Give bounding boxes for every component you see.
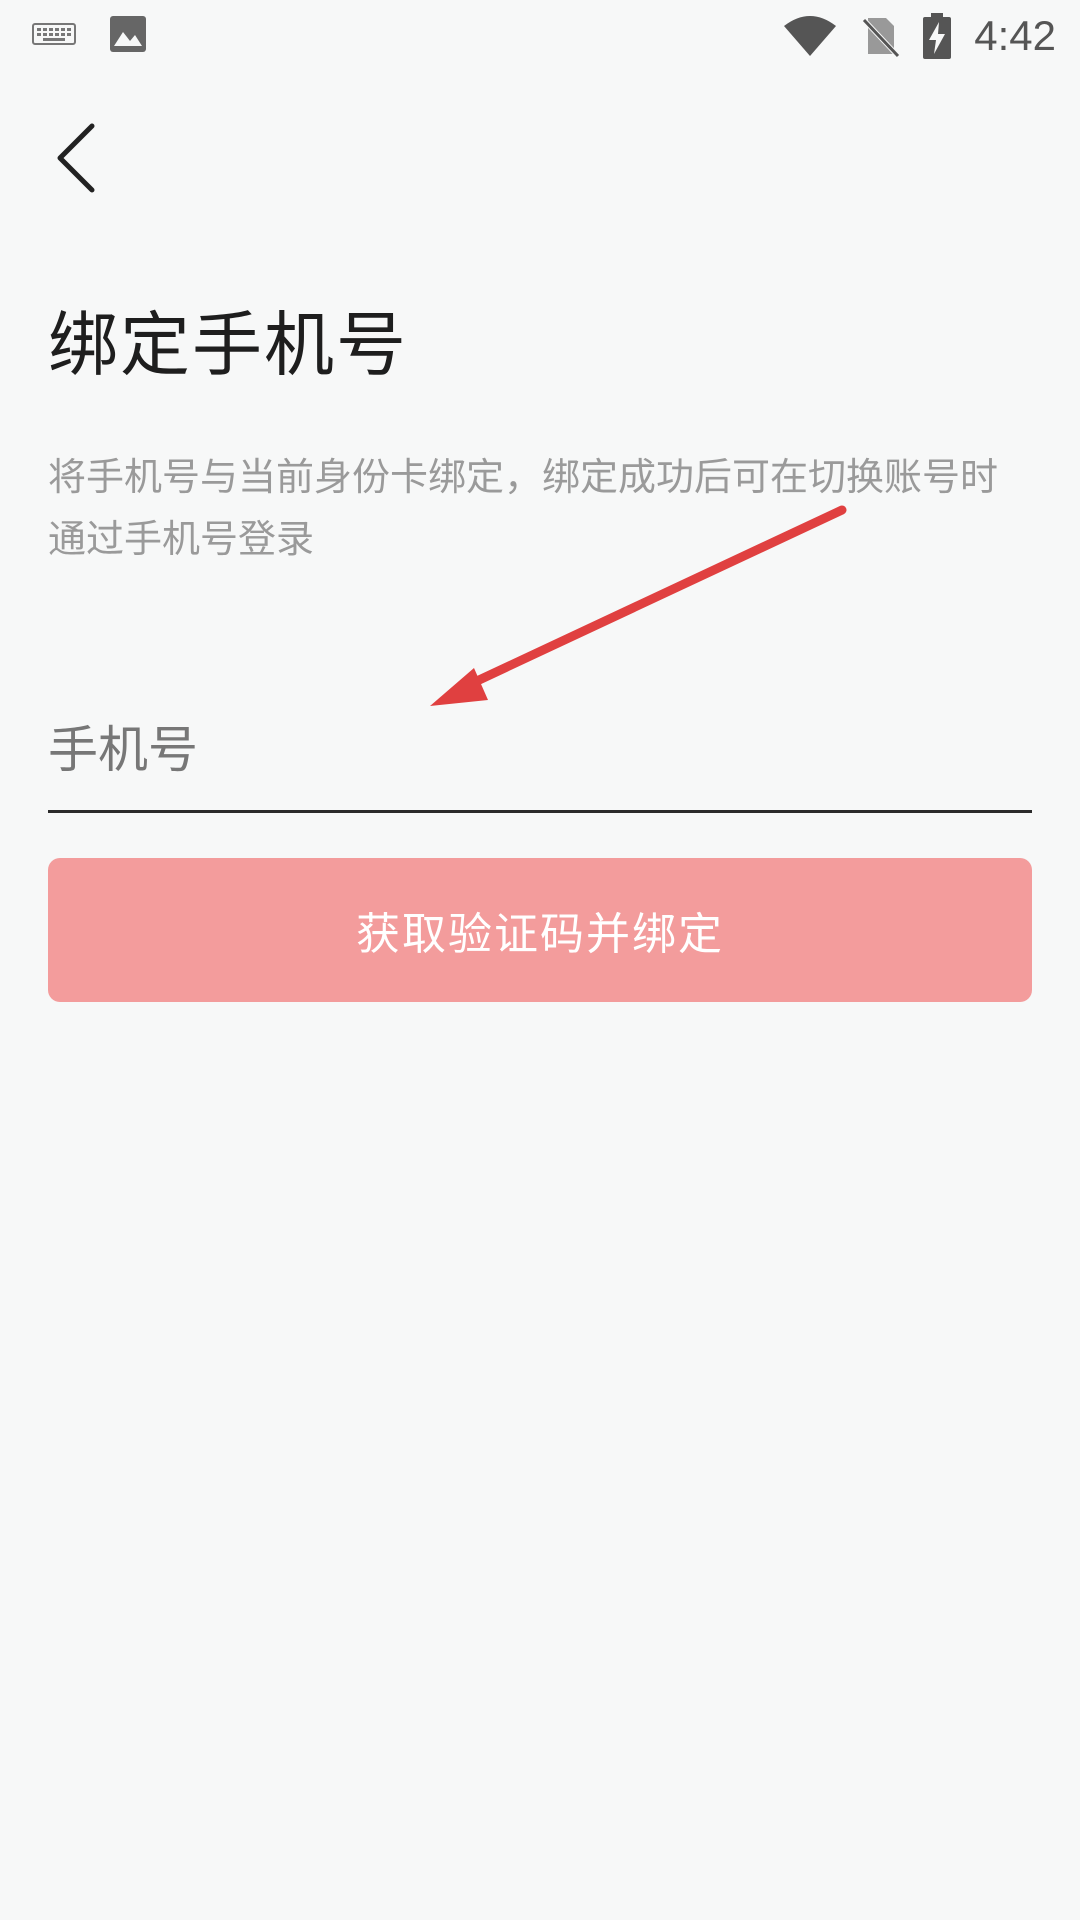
clock: 4:42 (974, 12, 1056, 59)
keyboard-icon (32, 22, 76, 46)
page-title: 绑定手机号 (48, 304, 408, 386)
status-bar-left (32, 14, 148, 54)
back-button[interactable] (48, 118, 112, 198)
description-text: 将手机号与当前身份卡绑定，绑定成功后可在切换账号时通过手机号登录 (48, 455, 999, 561)
get-code-and-bind-button[interactable]: 获取验证码并绑定 (48, 858, 1032, 1002)
phone-field (48, 700, 1032, 813)
wifi-icon (782, 14, 838, 58)
battery-charging-icon (922, 12, 952, 60)
status-bar: 4:42 (0, 0, 1080, 72)
status-bar-right: 4:42 (782, 10, 1056, 62)
phone-input[interactable] (48, 700, 1032, 800)
image-icon (108, 14, 148, 54)
chevron-left-icon (48, 118, 112, 198)
no-sim-icon (860, 14, 901, 58)
